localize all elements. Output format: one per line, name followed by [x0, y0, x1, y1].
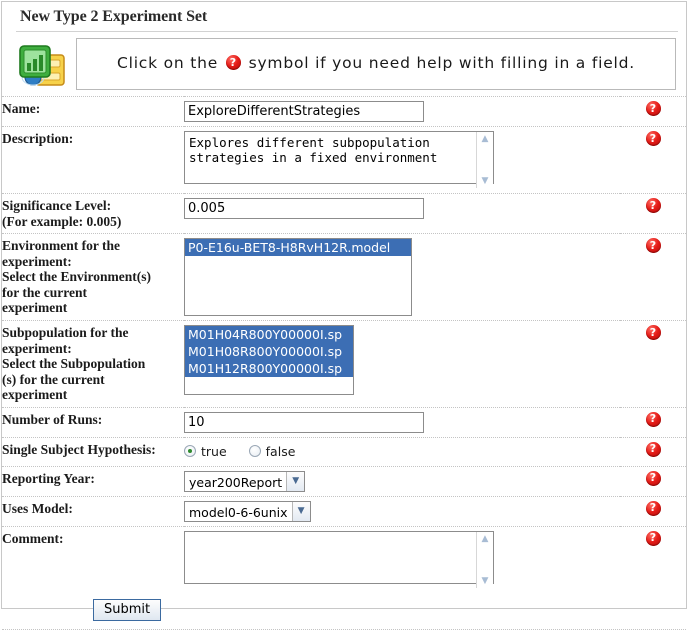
reporting-year-value: year200Report: [189, 474, 283, 490]
reporting-year-help-cell: [620, 465, 686, 496]
description-field-cell: ▲ ▼: [184, 126, 620, 194]
reporting-year-field-cell: year200Report ▼: [184, 465, 620, 496]
significance-label: Significance Level: (For example: 0.005): [2, 193, 184, 234]
comment-field-cell: ▲ ▼: [184, 525, 620, 593]
page-title: New Type 2 Experiment Set: [20, 8, 208, 25]
help-question-icon[interactable]: [645, 101, 661, 116]
significance-input[interactable]: [184, 198, 424, 219]
subpopulation-label-line4: (s) for the current: [2, 371, 105, 387]
environment-listbox[interactable]: P0-E16u-BET8-H8RvH12R.model: [184, 238, 412, 316]
uses-model-field-cell: model0-6-6unix ▼: [184, 495, 620, 526]
subpopulation-label-line5: experiment: [2, 387, 68, 402]
uses-model-label: Uses Model:: [2, 495, 184, 526]
subpopulation-label-line3: Select the Subpopulation: [2, 356, 146, 371]
help-banner-text-before: Click on the: [116, 54, 219, 72]
environment-label-line3: Select the Environment(s): [2, 269, 151, 284]
help-question-icon[interactable]: [645, 238, 661, 253]
subpopulation-label-line1: Subpopulation for the: [2, 325, 129, 340]
name-help-cell: [620, 96, 686, 127]
help-question-icon[interactable]: [645, 131, 661, 146]
single-subject-hypothesis-help-cell: [620, 436, 686, 466]
description-textarea[interactable]: [184, 131, 494, 184]
help-question-icon: [225, 55, 241, 70]
environment-label-line2: experiment:: [2, 253, 72, 269]
list-item[interactable]: M01H08R800Y00000I.sp: [185, 343, 353, 360]
environment-label: Environment for the experiment: Select t…: [2, 233, 184, 321]
bottom-divider: [2, 628, 686, 630]
form-row-subpopulation: Subpopulation for the experiment: Select…: [2, 320, 686, 407]
chevron-down-icon[interactable]: ▼: [291, 501, 310, 521]
experiment-set-page: New Type 2 Experiment Set Click on the ?…: [1, 1, 687, 630]
significance-label-line2: (For example: 0.005): [2, 213, 122, 229]
number-of-runs-help-cell: [620, 406, 686, 437]
radio-true[interactable]: true: [184, 444, 227, 459]
form-row-uses-model: Uses Model: model0-6-6unix ▼: [2, 495, 686, 526]
chart-document-icon: [16, 41, 68, 89]
hypothesis-radio-group: true false: [184, 442, 620, 459]
form-row-name: Name:: [2, 96, 686, 127]
help-banner-text-after: symbol if you need help with filling in …: [248, 54, 636, 72]
radio-false-dot[interactable]: [248, 445, 261, 457]
environment-label-line1: Environment for the: [2, 238, 120, 253]
radio-false[interactable]: false: [248, 443, 296, 459]
help-banner: Click on the symbol if you need help wit…: [2, 32, 686, 94]
number-of-runs-input[interactable]: [184, 411, 424, 433]
number-of-runs-field-cell: [184, 406, 620, 437]
uses-model-select[interactable]: model0-6-6unix ▼: [184, 500, 311, 522]
help-question-icon[interactable]: [645, 441, 661, 457]
subpopulation-listbox[interactable]: M01H04R800Y00000I.sp M01H08R800Y00000I.s…: [184, 325, 354, 395]
uses-model-value: model0-6-6unix: [189, 504, 288, 520]
help-question-icon[interactable]: [645, 198, 661, 213]
comment-textarea[interactable]: [184, 530, 494, 584]
form-row-significance: Significance Level: (For example: 0.005): [2, 193, 686, 234]
form-row-single-subject-hypothesis: Single Subject Hypothesis: true false: [2, 436, 686, 466]
environment-help-cell: [620, 233, 686, 321]
form-row-reporting-year: Reporting Year: year200Report ▼: [2, 465, 686, 496]
submit-row: Submit: [2, 593, 686, 629]
single-subject-hypothesis-label: Single Subject Hypothesis:: [2, 436, 184, 466]
name-field-cell: [184, 96, 620, 127]
list-item[interactable]: M01H04R800Y00000I.sp: [185, 326, 353, 343]
significance-help-cell: [620, 193, 686, 234]
environment-label-line4: for the current: [2, 284, 87, 300]
name-input[interactable]: [184, 101, 424, 122]
list-item[interactable]: M01H12R800Y00000I.sp: [185, 360, 353, 377]
environment-label-line5: experiment: [2, 300, 68, 315]
form-row-comment: Comment: ▲ ▼: [2, 525, 686, 593]
environment-field-cell: P0-E16u-BET8-H8RvH12R.model: [184, 233, 620, 321]
reporting-year-select[interactable]: year200Report ▼: [184, 470, 306, 492]
radio-true-dot[interactable]: [184, 445, 196, 457]
experiment-form: Name: Description: ▲ ▼: [2, 96, 686, 593]
chevron-down-icon[interactable]: ▼: [286, 471, 305, 491]
help-banner-text: Click on the symbol if you need help wit…: [117, 51, 635, 75]
subpopulation-label-line2: experiment:: [2, 340, 72, 356]
help-question-icon[interactable]: [645, 325, 661, 340]
comment-help-cell: [620, 525, 686, 593]
help-banner-box: Click on the symbol if you need help wit…: [76, 38, 676, 90]
single-subject-hypothesis-field-cell: true false: [184, 436, 620, 466]
help-question-icon[interactable]: [645, 470, 661, 486]
subpopulation-help-cell: [620, 320, 686, 407]
help-question-icon[interactable]: [645, 500, 661, 516]
radio-false-label: false: [265, 443, 296, 459]
submit-button[interactable]: Submit: [93, 598, 162, 621]
form-row-environment: Environment for the experiment: Select t…: [2, 233, 686, 321]
number-of-runs-label: Number of Runs:: [2, 406, 184, 437]
significance-label-line1: Significance Level:: [2, 198, 112, 213]
help-question-icon[interactable]: [645, 530, 661, 546]
name-label: Name:: [2, 96, 184, 127]
radio-true-label: true: [201, 443, 227, 459]
form-row-number-of-runs: Number of Runs:: [2, 406, 686, 437]
description-label: Description:: [2, 126, 184, 194]
subpopulation-field-cell: M01H04R800Y00000I.sp M01H08R800Y00000I.s…: [184, 320, 620, 407]
help-question-icon[interactable]: [645, 411, 661, 427]
list-item[interactable]: P0-E16u-BET8-H8RvH12R.model: [185, 239, 411, 256]
significance-field-cell: [184, 193, 620, 234]
form-row-description: Description: ▲ ▼: [2, 126, 686, 194]
comment-label: Comment:: [2, 525, 184, 593]
uses-model-help-cell: [620, 495, 686, 526]
subpopulation-label: Subpopulation for the experiment: Select…: [2, 320, 184, 407]
description-help-cell: [620, 126, 686, 194]
reporting-year-label: Reporting Year:: [2, 465, 184, 496]
